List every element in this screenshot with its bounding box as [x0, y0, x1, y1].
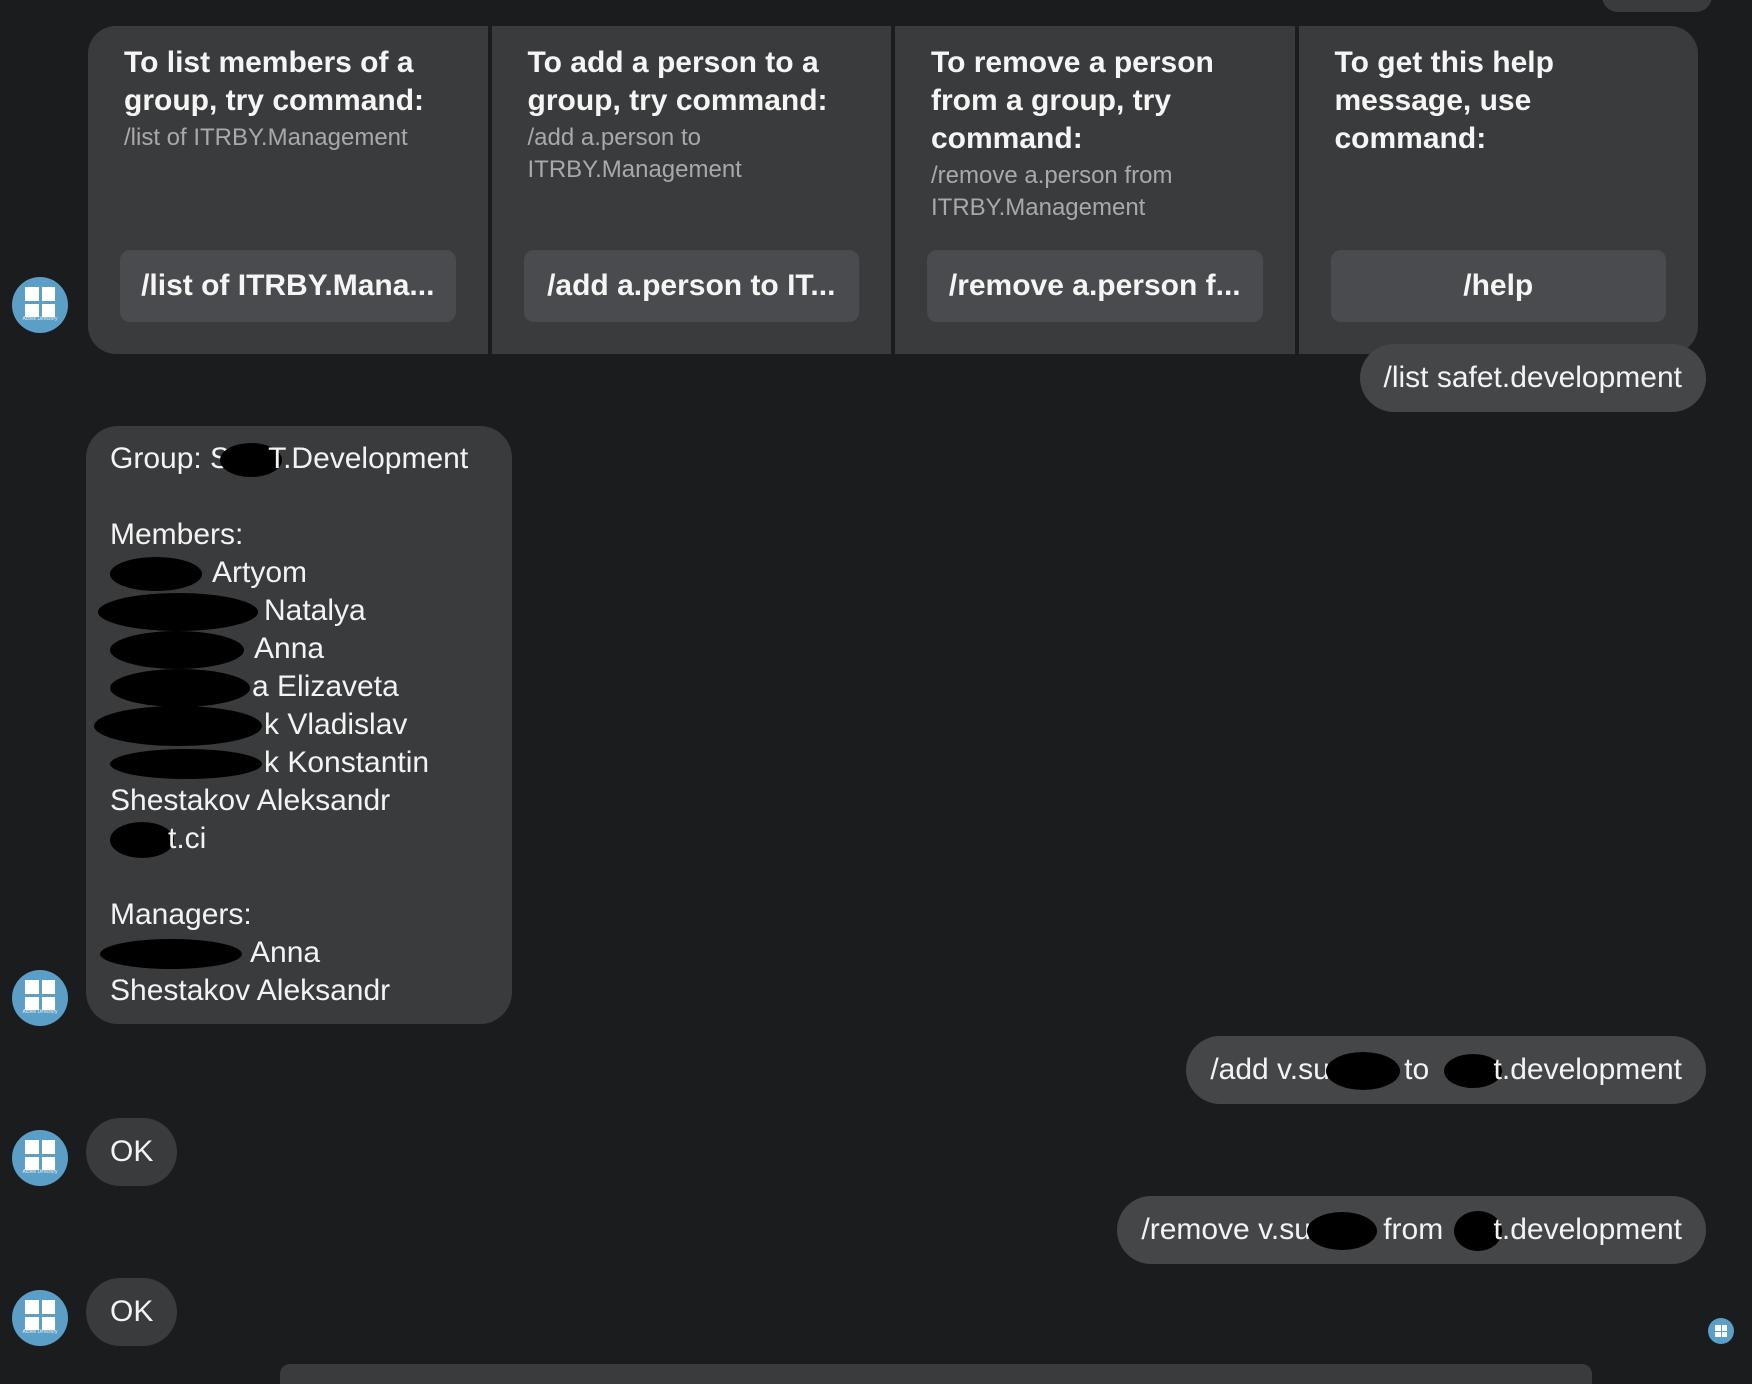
help-command-button[interactable]: /help	[1330, 250, 1666, 322]
user-message-add: /add v.su to t.development	[1186, 1036, 1706, 1104]
redacted-block	[94, 706, 262, 747]
group-suffix: T.Development	[268, 442, 469, 475]
bot-message-ok: OK	[86, 1118, 178, 1186]
user-message-remove: /remove v.su from t.development	[1117, 1196, 1706, 1264]
read-receipt-avatar	[1708, 1318, 1734, 1344]
member-item: a Elizaveta	[110, 668, 512, 708]
user-message-list: /list safet.development	[1359, 344, 1706, 412]
windows-logo-icon	[25, 1300, 55, 1330]
member-item: t.ci	[110, 820, 512, 859]
windows-logo-icon	[25, 287, 55, 317]
member-item: k Konstantin	[110, 744, 512, 782]
help-card-list: To list members of a group, try command:…	[88, 26, 488, 354]
member-item: Anna	[110, 630, 512, 670]
next-message-stub	[280, 1364, 1592, 1384]
help-card-help: To get this help message, use command: /…	[1298, 26, 1698, 354]
group-line: Group: S T.Development	[110, 440, 512, 478]
add-command-button[interactable]: /add a.person to IT...	[523, 250, 859, 322]
members-label: Members:	[110, 518, 244, 551]
remove-command-button[interactable]: /remove a.person f...	[927, 250, 1263, 322]
bot-avatar[interactable]: Active Directory	[12, 277, 68, 333]
redacted-block	[110, 631, 244, 670]
bot-avatar[interactable]: Active Directory	[12, 1130, 68, 1186]
help-card-example: /list of ITRBY.Management	[124, 124, 408, 151]
bot-avatar[interactable]: Active Directory	[12, 1290, 68, 1346]
avatar-caption: Active Directory	[22, 1009, 58, 1015]
redacted-block	[110, 822, 174, 859]
avatar-caption: Active Directory	[22, 1329, 58, 1335]
help-card-remove: To remove a person from a group, try com…	[895, 26, 1295, 354]
manager-item: Shestakov Aleksandr	[110, 974, 391, 1007]
member-item: Shestakov Aleksandr	[110, 784, 391, 817]
redacted-block	[110, 557, 202, 592]
member-item: Artyom	[110, 554, 512, 592]
avatar-caption: Active Directory	[22, 316, 58, 322]
member-item: k Vladislav	[94, 706, 512, 747]
help-card-title: To add a person to a group, try command:	[527, 46, 828, 117]
windows-logo-icon	[25, 980, 55, 1010]
managers-label: Managers:	[110, 898, 252, 931]
windows-logo-icon	[25, 1140, 55, 1170]
avatar-caption: Active Directory	[22, 1169, 58, 1175]
list-command-button[interactable]: /list of ITRBY.Mana...	[120, 250, 456, 322]
redacted-block	[110, 749, 262, 780]
redacted-block	[110, 669, 250, 708]
help-card-example: /remove a.person from ITRBY.Management	[931, 162, 1173, 221]
previous-message-stub	[1602, 0, 1712, 12]
help-card-title: To list members of a group, try command:	[124, 46, 425, 117]
help-card-example: /add a.person to ITRBY.Management	[527, 124, 742, 183]
windows-logo-icon	[1715, 1325, 1727, 1337]
bot-message-ok: OK	[86, 1278, 178, 1346]
manager-item: Anna	[100, 934, 512, 972]
help-card-add: To add a person to a group, try command:…	[491, 26, 891, 354]
redacted-block	[100, 939, 242, 970]
group-prefix: Group: S	[110, 442, 231, 475]
redacted-block	[1325, 1052, 1400, 1091]
help-card-title: To get this help message, use command:	[1334, 46, 1554, 155]
help-cards-carousel: To list members of a group, try command:…	[88, 26, 1698, 354]
member-item: Natalya	[98, 592, 512, 632]
redacted-block	[98, 593, 258, 632]
bot-avatar[interactable]: Active Directory	[12, 970, 68, 1026]
help-card-title: To remove a person from a group, try com…	[931, 46, 1214, 155]
group-members-message: Group: S T.Development Members: Artyom Na…	[86, 426, 512, 1024]
redacted-block	[1306, 1212, 1377, 1251]
